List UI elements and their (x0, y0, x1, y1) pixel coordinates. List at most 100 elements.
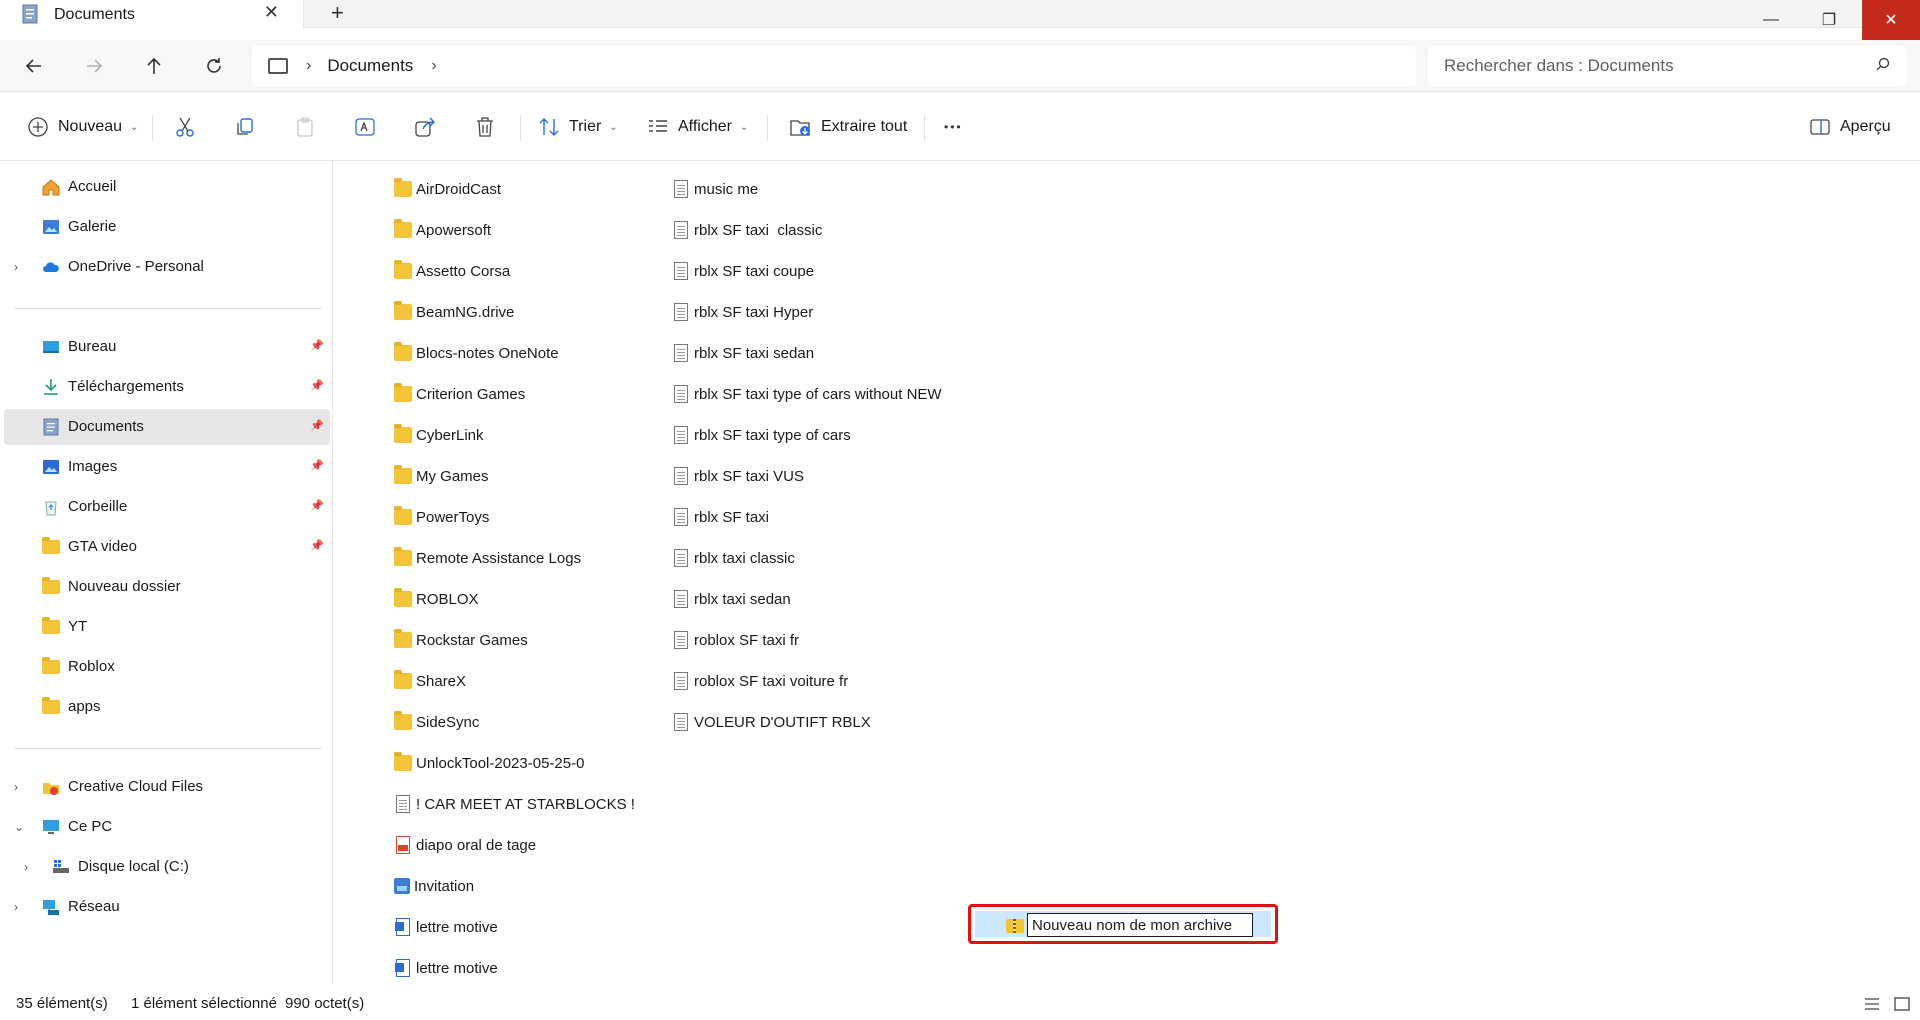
delete-button[interactable] (473, 111, 497, 143)
list-item[interactable]: Blocs-notes OneNote (394, 336, 559, 370)
list-item[interactable]: ! CAR MEET AT STARBLOCKS ! (394, 787, 635, 821)
list-item[interactable]: rblx SF taxi type of cars without NEW (672, 377, 942, 411)
list-item[interactable]: rblx taxi classic (672, 541, 795, 575)
sidebar-item-downloads[interactable]: Téléchargements 📌 (4, 369, 330, 405)
sidebar-item-nouveau-dossier[interactable]: Nouveau dossier (4, 569, 330, 605)
forward-button[interactable] (78, 52, 110, 80)
up-button[interactable] (138, 52, 170, 80)
copy-button[interactable] (233, 111, 257, 143)
more-options-button[interactable]: ••• (944, 111, 963, 143)
list-item[interactable]: Criterion Games (394, 377, 525, 411)
list-item[interactable]: Invitation (394, 869, 474, 903)
sort-icon (539, 118, 559, 136)
list-item[interactable]: Apowersoft (394, 213, 491, 247)
list-item[interactable]: roblox SF taxi fr (672, 623, 799, 657)
plus-circle-icon (28, 117, 48, 137)
sidebar-item-local-disk[interactable]: › Disque local (C:) (14, 849, 330, 885)
close-button[interactable]: ✕ (1862, 0, 1920, 40)
list-item[interactable]: PowerToys (394, 500, 489, 534)
sidebar-item-documents[interactable]: Documents 📌 (4, 409, 330, 445)
breadcrumb-documents[interactable]: Documents (327, 56, 413, 76)
rename-input[interactable] (1027, 913, 1253, 937)
chevron-right-icon[interactable]: › (24, 860, 28, 874)
sidebar-item-onedrive[interactable]: › OneDrive - Personal (4, 249, 330, 285)
list-item[interactable]: Assetto Corsa (394, 254, 510, 288)
pin-icon[interactable]: 📌 (310, 339, 324, 352)
new-button[interactable]: Nouveau ⌄ (26, 111, 138, 143)
list-item[interactable]: My Games (394, 459, 489, 493)
tiles-view-icon[interactable] (1894, 997, 1910, 1011)
list-item[interactable]: rblx SF taxi classic (672, 213, 822, 247)
pin-icon[interactable]: 📌 (310, 419, 324, 432)
tab-close-icon[interactable]: ✕ (264, 2, 279, 23)
sidebar-item-roblox[interactable]: Roblox (4, 649, 330, 685)
pin-icon[interactable]: 📌 (310, 539, 324, 552)
paste-button[interactable] (293, 111, 317, 143)
chevron-right-icon[interactable]: › (14, 900, 18, 914)
sidebar-item-this-pc[interactable]: ⌄ Ce PC (4, 809, 330, 845)
list-item[interactable]: SideSync (394, 705, 479, 739)
list-item[interactable]: AirDroidCast (394, 172, 501, 206)
search-box[interactable] (1428, 46, 1906, 86)
sidebar-item-gallery[interactable]: Galerie (4, 209, 330, 245)
list-item[interactable]: roblox SF taxi voiture fr (672, 664, 848, 698)
list-item[interactable]: ShareX (394, 664, 466, 698)
list-item[interactable]: UnlockTool-2023-05-25-0 (394, 746, 584, 780)
cut-button[interactable] (173, 111, 197, 143)
chevron-right-icon[interactable]: › (306, 57, 311, 75)
list-item[interactable]: lettre motive (394, 951, 498, 985)
preview-pane-button[interactable]: Aperçu (1808, 111, 1891, 143)
sidebar-item-gta-video[interactable]: GTA video 📌 (4, 529, 330, 565)
breadcrumb[interactable]: › Documents › (252, 46, 1416, 86)
chevron-right-icon[interactable]: › (431, 57, 436, 75)
chevron-right-icon[interactable]: › (14, 260, 18, 274)
list-item[interactable]: Rockstar Games (394, 623, 528, 657)
list-item[interactable]: VOLEUR D'OUTIFT RBLX (672, 705, 871, 739)
list-item[interactable]: rblx SF taxi type of cars (672, 418, 851, 452)
chevron-down-icon[interactable]: ⌄ (14, 820, 24, 834)
sidebar-item-label: Corbeille (68, 498, 128, 515)
rename-button[interactable] (353, 111, 377, 143)
view-button[interactable]: Afficher ⌄ (646, 111, 748, 143)
sidebar-item-home[interactable]: Accueil (4, 169, 330, 205)
pin-icon[interactable]: 📌 (310, 499, 324, 512)
pin-icon[interactable]: 📌 (310, 379, 324, 392)
search-icon[interactable] (1876, 57, 1890, 71)
back-button[interactable] (18, 52, 50, 80)
monitor-icon[interactable] (268, 58, 288, 74)
tab-documents[interactable]: Documents ✕ (0, 0, 304, 28)
list-item[interactable]: rblx SF taxi coupe (672, 254, 814, 288)
list-item[interactable]: lettre motive (394, 910, 498, 944)
list-item[interactable]: rblx SF taxi sedan (672, 336, 814, 370)
extract-all-button[interactable]: Extraire tout (789, 111, 907, 143)
list-item[interactable]: rblx SF taxi Hyper (672, 295, 813, 329)
sidebar-item-yt[interactable]: YT (4, 609, 330, 645)
pin-icon[interactable]: 📌 (310, 459, 324, 472)
sidebar-item-desktop[interactable]: Bureau 📌 (4, 329, 330, 365)
list-item[interactable]: BeamNG.drive (394, 295, 514, 329)
share-button[interactable] (413, 111, 437, 143)
list-item[interactable]: music me (672, 172, 758, 206)
sidebar-item-label: YT (68, 618, 88, 635)
sidebar-item-recycle-bin[interactable]: Corbeille 📌 (4, 489, 330, 525)
sidebar-item-images[interactable]: Images 📌 (4, 449, 330, 485)
details-view-icon[interactable] (1864, 997, 1880, 1011)
list-item[interactable]: Remote Assistance Logs (394, 541, 581, 575)
chevron-right-icon[interactable]: › (14, 780, 18, 794)
list-item[interactable]: rblx SF taxi (672, 500, 769, 534)
trash-icon (477, 117, 493, 137)
sidebar-item-creative-cloud[interactable]: › Creative Cloud Files (4, 769, 330, 805)
search-input[interactable] (1444, 54, 1844, 78)
list-item[interactable]: diapo oral de tage (394, 828, 536, 862)
refresh-button[interactable] (198, 52, 230, 80)
minimize-button[interactable]: — (1742, 0, 1800, 40)
list-item[interactable]: CyberLink (394, 418, 484, 452)
sort-button[interactable]: Trier ⌄ (537, 111, 618, 143)
sidebar-item-network[interactable]: › Réseau (4, 889, 330, 925)
restore-button[interactable]: ❐ (1800, 0, 1858, 40)
list-item[interactable]: rblx SF taxi VUS (672, 459, 804, 493)
list-item[interactable]: ROBLOX (394, 582, 479, 616)
new-tab-button[interactable]: + (331, 0, 344, 26)
sidebar-item-apps[interactable]: apps (4, 689, 330, 725)
list-item[interactable]: rblx taxi sedan (672, 582, 791, 616)
